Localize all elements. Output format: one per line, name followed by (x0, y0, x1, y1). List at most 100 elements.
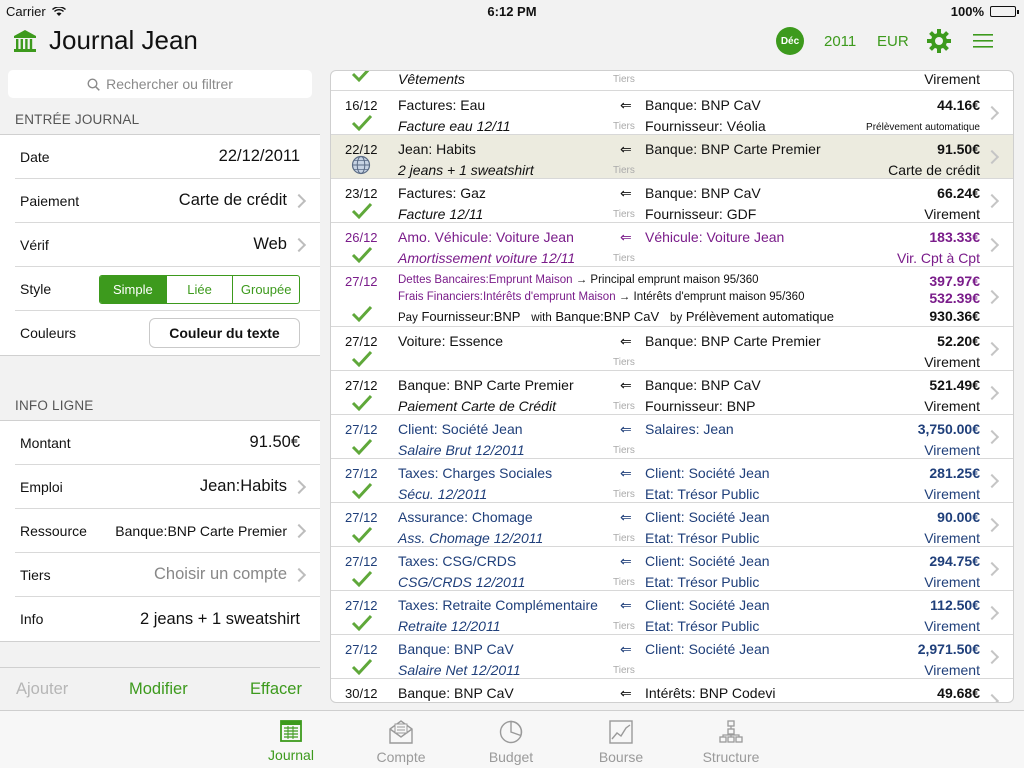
info-value[interactable]: 2 jeans + 1 sweatshirt (140, 610, 300, 629)
entry-payment: Vir. Cpt à Cpt (896, 250, 980, 266)
currency-selector[interactable]: EUR (877, 33, 909, 50)
entry-account-to: Factures: Eau (398, 97, 486, 113)
check-icon (351, 570, 373, 588)
tab-structure[interactable]: Structure (686, 719, 776, 765)
check-icon (351, 71, 370, 83)
entry-payee: Etat: Trésor Public (645, 530, 760, 546)
journal-entry-split[interactable]: 27/12 Dettes Bancaires:Emprunt Maison → … (331, 267, 1013, 327)
journal-entry-selected[interactable]: 22/12 Jean: Habits ⇐ Banque: BNP Carte P… (331, 135, 1013, 179)
tab-structure-label: Structure (702, 749, 760, 765)
entry-account-to: Client: Société Jean (398, 421, 523, 437)
bank-icon[interactable] (12, 28, 38, 54)
year-selector[interactable]: 2011 (824, 33, 856, 50)
tab-journal[interactable]: Journal (246, 719, 336, 763)
section-title-entree: ENTRÉE JOURNAL (15, 112, 140, 127)
journal-entry[interactable]: 27/12 Client: Société Jean ⇐ Salaires: J… (331, 415, 1013, 459)
style-option-liee[interactable]: Liée (167, 276, 234, 303)
date-label: Date (20, 148, 50, 165)
arrow-left-icon: ⇐ (620, 597, 632, 613)
verif-label: Vérif (20, 236, 49, 253)
tiers-row[interactable]: Tiers Choisir un compte (15, 553, 320, 597)
entry-payee: Fournisseur: GDF (645, 206, 757, 222)
journal-list[interactable]: Vêtements Tiers Virement 16/12 Factures:… (330, 70, 1014, 703)
journal-entry[interactable]: 27/12 Voiture: Essence ⇐ Banque: BNP Car… (331, 327, 1013, 371)
entry-amount: 281.25€ (929, 465, 980, 481)
entry-tiers-tag: Tiers (613, 665, 635, 676)
entry-amount: 91.50€ (937, 141, 980, 157)
entry-payment: Prélèvement automatique (866, 122, 980, 133)
tab-bourse[interactable]: Bourse (576, 719, 666, 765)
info-row[interactable]: Info 2 jeans + 1 sweatshirt (15, 597, 320, 641)
add-button[interactable]: Ajouter (16, 680, 68, 699)
gear-icon[interactable] (926, 28, 952, 54)
chevron-right-icon (990, 474, 999, 488)
entry-payment: Carte de crédit (888, 162, 980, 178)
entry-tiers-tag: Tiers (613, 253, 635, 264)
style-option-simple[interactable]: Simple (100, 276, 167, 303)
chevron-right-icon (990, 650, 999, 664)
hamburger-menu-icon[interactable] (973, 33, 993, 49)
text-color-button[interactable]: Couleur du texte (149, 318, 300, 348)
entry-account-to: Factures: Gaz (398, 185, 486, 201)
journal-entry[interactable]: 27/12 Assurance: Chomage ⇐ Client: Socié… (331, 503, 1013, 547)
entry-editor-panel: Rechercher ou filtrer ENTRÉE JOURNAL Dat… (0, 70, 320, 710)
entry-amount: 49.68€ (937, 685, 980, 701)
tab-bourse-label: Bourse (598, 749, 644, 765)
delete-button[interactable]: Effacer (250, 680, 302, 699)
split-line-2-amount: 532.39€ (929, 290, 980, 306)
entry-memo: Facture 12/11 (398, 206, 484, 222)
modify-button[interactable]: Modifier (129, 680, 188, 699)
paiement-label: Paiement (20, 192, 80, 209)
entry-tiers-tag: Tiers (613, 533, 635, 544)
entry-account-from: Banque: BNP Carte Premier (645, 333, 821, 349)
journal-entry[interactable]: 30/12 Banque: BNP CaV ⇐ Intérêts: BNP Co… (331, 679, 1013, 702)
ressource-value: Banque:BNP Carte Premier (115, 522, 287, 539)
split-line-1-amount: 397.97€ (929, 273, 980, 289)
entry-payment: Virement (924, 618, 980, 634)
tab-compte[interactable]: Compte (356, 719, 446, 765)
arrow-left-icon: ⇐ (620, 97, 632, 113)
journal-entry[interactable]: 16/12 Factures: Eau ⇐ Banque: BNP CaV 44… (331, 91, 1013, 135)
search-input[interactable]: Rechercher ou filtrer (8, 70, 312, 98)
tab-bar: Journal Compte Budget Bourse Structure (0, 710, 1024, 768)
entry-memo: Amortissement voiture 12/11 (398, 250, 576, 266)
verif-row[interactable]: Vérif Web (15, 223, 320, 267)
montant-value[interactable]: 91.50€ (250, 433, 300, 452)
split-line-1-desc: Principal emprunt maison 95/360 (590, 274, 759, 286)
split-pay-value: Fournisseur:BNP (421, 309, 521, 324)
entry-account-from: Banque: BNP CaV (645, 185, 761, 201)
battery-label: 100% (950, 4, 984, 19)
journal-entry[interactable]: 26/12 Amo. Véhicule: Voiture Jean ⇐ Véhi… (331, 223, 1013, 267)
chevron-right-icon (990, 290, 999, 304)
ressource-row[interactable]: Ressource Banque:BNP Carte Premier (15, 509, 320, 553)
entry-amount: 112.50€ (930, 597, 980, 613)
date-row[interactable]: Date 22/12/2011 (15, 135, 320, 179)
journal-entry[interactable]: Vêtements Tiers Virement (331, 71, 1013, 91)
entry-tiers-tag: Tiers (613, 165, 635, 176)
entry-date: 27/12 (345, 466, 378, 481)
paiement-row[interactable]: Paiement Carte de crédit (15, 179, 320, 223)
montant-row[interactable]: Montant 91.50€ (15, 421, 320, 465)
chevron-right-icon (990, 194, 999, 208)
tab-budget[interactable]: Budget (466, 719, 556, 765)
date-value[interactable]: 22/12/2011 (219, 147, 300, 166)
emploi-value: Jean:Habits (199, 477, 287, 495)
page-title-main: Journal (49, 25, 135, 55)
split-line-1: Dettes Bancaires:Emprunt Maison → Princi… (398, 274, 759, 286)
split-line-2-account: Frais Financiers:Intérêts d'emprunt Mais… (398, 291, 616, 303)
journal-entry[interactable]: 27/12 Banque: BNP CaV ⇐ Client: Société … (331, 635, 1013, 679)
arrow-right-icon: → (575, 274, 588, 286)
journal-entry[interactable]: 23/12 Factures: Gaz ⇐ Banque: BNP CaV 66… (331, 179, 1013, 223)
style-row: Style Simple Liée Groupée (15, 267, 320, 311)
journal-entry[interactable]: 27/12 Taxes: Charges Sociales ⇐ Client: … (331, 459, 1013, 503)
journal-entry[interactable]: 27/12 Taxes: CSG/CRDS ⇐ Client: Société … (331, 547, 1013, 591)
entry-account-from: Banque: BNP Carte Premier (645, 141, 821, 157)
entry-date: 30/12 (345, 686, 378, 701)
journal-entry[interactable]: 27/12 Banque: BNP Carte Premier ⇐ Banque… (331, 371, 1013, 415)
month-selector[interactable]: Déc (776, 27, 804, 55)
entry-amount: 521.49€ (929, 377, 980, 393)
journal-entry[interactable]: 27/12 Taxes: Retraite Complémentaire ⇐ C… (331, 591, 1013, 635)
entry-account-from: Client: Société Jean (645, 597, 770, 613)
emploi-row[interactable]: Emploi Jean:Habits (15, 465, 320, 509)
style-option-groupee[interactable]: Groupée (233, 276, 299, 303)
